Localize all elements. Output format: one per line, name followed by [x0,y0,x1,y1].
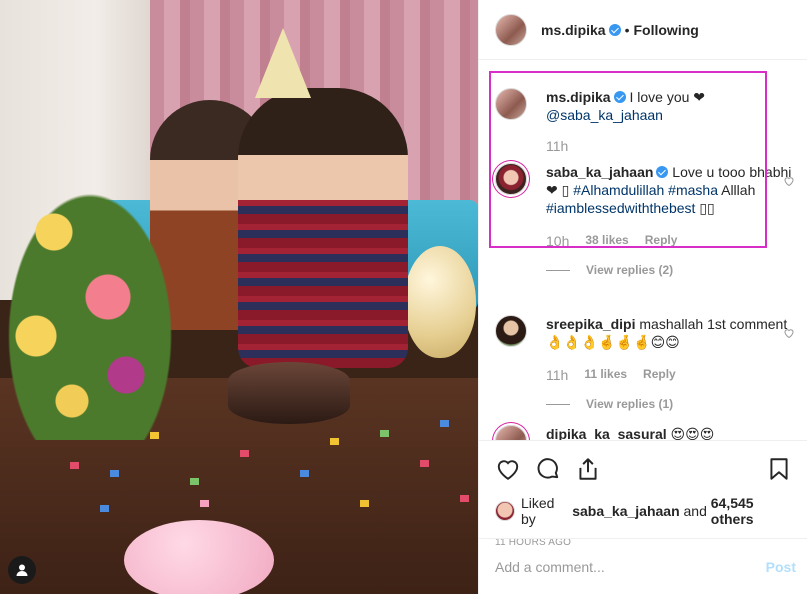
post-actions: Liked by saba_ka_jahaan and 64,545 other… [479,440,807,548]
likes-connector: and [683,503,707,519]
photo-party-hat [255,28,311,98]
liker-avatar[interactable] [495,501,515,521]
share-icon [579,458,597,480]
author-username[interactable]: ms.dipika [541,22,606,38]
save-button[interactable] [752,449,792,489]
view-replies-button[interactable]: View replies (1) [546,397,795,411]
photo-balloon [404,246,476,358]
view-replies-label: View replies (1) [586,397,674,411]
comment-item: dipika_ka_sasural 😍😍😍 [495,425,795,440]
comment-text: 😍😍😍 [670,426,715,440]
action-icons [495,449,792,489]
comment-username[interactable]: saba_ka_jahaan [546,164,653,180]
comment-like-heart-icon[interactable] [783,175,795,187]
view-replies-button[interactable]: View replies (2) [546,263,795,277]
verified-icon [608,23,621,36]
comment-likes[interactable]: 38 likes [585,233,628,249]
hashtag-link[interactable]: #masha [668,182,718,198]
photo-balloon-pink [124,520,274,594]
verified-icon [656,166,669,178]
comment-time[interactable]: 10h [546,233,569,249]
liker-username[interactable]: saba_ka_jahaan [572,503,679,519]
comment-meta: 10h 38 likes Reply [546,233,795,249]
hashtag-link[interactable]: #iamblessedwiththebest [546,200,695,216]
comment-button[interactable] [535,449,575,489]
add-comment-bar: Post [479,538,807,594]
reply-button[interactable]: Reply [645,233,678,249]
share-button[interactable] [575,449,615,489]
instagram-post: ms.dipika • Following ms.dipika I love y… [0,0,807,594]
comment-username[interactable]: ms.dipika [546,89,611,105]
mention-link[interactable]: @saba_ka_jahaan [546,107,663,123]
comment-likes[interactable]: 11 likes [584,367,627,383]
comment-text: ▯▯ [699,200,715,216]
comment-body: saba_ka_jahaan Love u tooo bhabhi ❤ ▯ #A… [546,163,795,217]
user-tag-icon [16,564,28,576]
header-separator: • [624,21,630,38]
comment-body: sreepika_dipi mashallah 1st comment👌👌👌🤞🤞… [546,315,795,351]
comment-meta: 11h [546,138,795,154]
like-button[interactable] [495,449,535,489]
comment-body: ms.dipika I love you ❤ @saba_ka_jahaan [546,88,795,124]
photo-flowers [0,180,180,440]
heart-icon [497,460,519,480]
post-side-panel: ms.dipika • Following ms.dipika I love y… [478,0,807,594]
bookmark-icon [770,458,788,480]
comment-time[interactable]: 11h [546,367,568,383]
comment-avatar[interactable] [495,425,527,440]
following-button[interactable]: Following [634,22,699,38]
comment-item: sreepika_dipi mashallah 1st comment👌👌👌🤞🤞… [495,315,795,411]
reply-button[interactable]: Reply [643,367,676,383]
comment-meta: 11h 11 likes Reply [546,367,795,383]
likes-others-link[interactable]: 64,545 others [711,495,792,527]
view-replies-label: View replies (2) [586,263,674,277]
likes-prefix: Liked by [521,495,555,527]
comment-body: dipika_ka_sasural 😍😍😍 [546,425,795,440]
user-tag-button[interactable] [8,556,36,584]
comments-list[interactable]: ms.dipika I love you ❤ @saba_ka_jahaan 1… [479,60,807,440]
comment-text: I love you ❤ [629,89,706,105]
photo-person-right [238,88,408,368]
author-avatar[interactable] [495,13,527,46]
post-comment-button[interactable]: Post [766,559,796,575]
post-photo[interactable] [0,0,478,594]
comment-text: Alllah [721,182,756,198]
comment-username[interactable]: dipika_ka_sasural [546,426,667,440]
comment-item: saba_ka_jahaan Love u tooo bhabhi ❤ ▯ #A… [495,163,795,277]
likes-summary: Liked by saba_ka_jahaan and 64,545 other… [495,495,792,527]
comment-username[interactable]: sreepika_dipi [546,316,636,332]
comment-avatar[interactable] [495,88,527,120]
post-header: ms.dipika • Following [479,0,807,60]
comment-time[interactable]: 11h [546,138,568,154]
photo-cake [228,362,350,424]
comment-avatar[interactable] [495,163,527,195]
comment-icon [537,458,559,479]
verified-icon [613,91,626,103]
comment-like-heart-icon[interactable] [783,327,795,339]
hashtag-link[interactable]: #Alhamdulillah [573,182,664,198]
comment-avatar[interactable] [495,315,527,347]
comment-input[interactable] [495,558,766,575]
caption-comment: ms.dipika I love you ❤ @saba_ka_jahaan 1… [495,88,795,154]
